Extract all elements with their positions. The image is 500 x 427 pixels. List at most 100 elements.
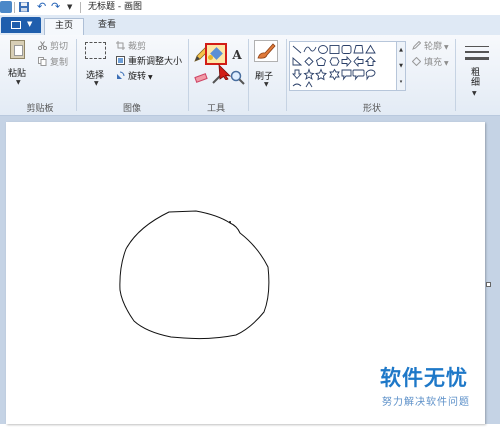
outline-pen-icon <box>412 40 422 50</box>
six-point-star-shape-icon <box>329 68 340 81</box>
crop-button[interactable]: 裁剪 <box>116 41 146 53</box>
rotate-button[interactable]: 旋转 ▼ <box>116 71 153 83</box>
redo-icon[interactable]: ↷ <box>51 1 63 13</box>
eraser-icon <box>194 73 208 83</box>
resize-icon <box>116 56 125 65</box>
chevron-down-icon: ▼ <box>444 44 449 51</box>
undo-icon[interactable]: ↶ <box>37 1 49 13</box>
selection-icon <box>85 42 106 59</box>
crop-label: 裁剪 <box>128 42 147 52</box>
rectangle-shape-icon <box>329 45 340 54</box>
divider <box>455 39 456 111</box>
brushes-button[interactable]: 刷子 ▼ <box>252 38 282 94</box>
canvas-resize-handle[interactable] <box>486 282 491 287</box>
file-menu-icon <box>11 21 21 29</box>
rounded-callout-shape-icon <box>352 69 365 81</box>
right-arrow-shape-icon <box>341 55 352 68</box>
chevron-down-icon: ▼ <box>148 74 153 81</box>
chevron-down-icon: ▼ <box>472 90 477 97</box>
fill-bucket-icon <box>411 56 422 67</box>
text-a-icon: A <box>232 48 242 62</box>
divider <box>80 2 81 13</box>
gallery-expand-icon[interactable]: ▾ <box>397 74 405 90</box>
crop-icon <box>116 41 125 50</box>
scroll-down-icon[interactable]: ▼ <box>397 58 405 74</box>
shapes-gallery[interactable] <box>289 41 397 91</box>
customize-quick-access-icon[interactable]: ▼ <box>67 1 79 13</box>
tools-group-label: 工具 <box>206 104 225 114</box>
divider <box>14 2 15 13</box>
ribbon: 粘贴 ▼ 剪切 复制 剪贴板 选择 ▼ 裁剪 重新调整大小 旋转 ▼ 图像 A … <box>0 35 500 116</box>
size-button[interactable]: 粗细 ▼ <box>460 38 494 100</box>
paint-drop-icon <box>208 55 213 60</box>
window-title: 无标题 - 画图 <box>88 2 142 12</box>
paste-button[interactable]: 粘贴 ▼ <box>4 38 32 90</box>
line-shape-icon <box>292 45 302 54</box>
diamond-shape-icon <box>304 56 314 67</box>
shapes-group-label: 形状 <box>362 104 381 114</box>
paint-app-icon[interactable] <box>0 1 12 13</box>
divider <box>248 39 249 111</box>
shapes-gallery-scrollbar[interactable]: ▲ ▼ ▾ <box>397 41 406 91</box>
paste-label: 粘贴 <box>8 69 27 79</box>
rounded-rectangle-shape-icon <box>341 45 352 54</box>
copy-label: 复制 <box>50 58 69 68</box>
fill-label: 填充 <box>424 58 443 68</box>
lightning-shape-icon <box>305 81 313 88</box>
up-arrow-shape-icon <box>364 56 377 66</box>
copy-icon <box>38 57 47 66</box>
divider <box>76 39 77 111</box>
title-bar: ↶ ↷ ▼ 无标题 - 画图 <box>0 0 500 15</box>
rotate-icon <box>116 71 125 80</box>
clipboard-group-label: 剪贴板 <box>26 104 54 114</box>
cut-button[interactable]: 剪切 <box>37 41 69 53</box>
shape-outline-button[interactable]: 轮廓 ▼ <box>412 40 449 53</box>
triangle-shape-icon <box>365 44 376 54</box>
outline-label: 轮廓 <box>424 42 443 52</box>
watermark-logo: 软件无忧 <box>380 366 468 390</box>
left-arrow-shape-icon <box>353 55 364 68</box>
tab-home[interactable]: 主页 <box>44 18 84 35</box>
brush-icon <box>254 40 278 62</box>
divider <box>286 39 287 111</box>
fill-with-color-tool[interactable] <box>205 43 227 65</box>
eraser-tool[interactable] <box>193 69 209 85</box>
thick-line-icon <box>465 57 489 60</box>
four-point-star-shape-icon <box>303 68 315 81</box>
resize-button[interactable]: 重新调整大小 <box>116 56 182 68</box>
right-triangle-shape-icon <box>292 57 303 66</box>
hexagon-shape-icon <box>329 57 340 66</box>
mouse-pointer-icon <box>218 64 232 80</box>
select-button[interactable]: 选择 ▼ <box>82 38 112 90</box>
image-group-label: 图像 <box>122 104 141 114</box>
file-menu-button[interactable]: ▼ <box>1 17 41 33</box>
five-point-star-shape-icon <box>315 68 327 81</box>
scissors-icon <box>37 41 48 51</box>
chevron-down-icon: ▼ <box>444 60 449 67</box>
down-arrow-shape-icon <box>291 69 303 80</box>
tab-view[interactable]: 查看 <box>88 18 126 35</box>
chevron-down-icon: ▼ <box>94 80 99 87</box>
chevron-down-icon: ▼ <box>27 20 33 28</box>
cloud-callout-shape-icon <box>365 69 376 81</box>
clipboard-icon <box>10 40 25 59</box>
scroll-up-icon[interactable]: ▲ <box>397 42 405 58</box>
pentagon-shape-icon <box>315 56 327 66</box>
heart-shape-icon <box>292 83 302 87</box>
curve-shape-icon <box>303 46 317 53</box>
resize-label: 重新调整大小 <box>128 57 183 67</box>
shape-fill-button[interactable]: 填充 ▼ <box>411 56 449 69</box>
polygon-shape-icon <box>353 45 364 54</box>
cut-label: 剪切 <box>50 42 69 52</box>
medium-line-icon <box>465 51 489 53</box>
oval-shape-icon <box>318 45 328 54</box>
rotate-label: 旋转 <box>128 72 147 82</box>
chevron-down-icon: ▼ <box>16 79 21 86</box>
shapes-palette <box>291 44 377 88</box>
watermark-subtitle: 努力解决软件问题 <box>382 397 470 408</box>
save-icon[interactable] <box>18 1 30 13</box>
rectangular-callout-shape-icon <box>341 69 352 81</box>
text-tool[interactable]: A <box>229 47 245 63</box>
divider <box>188 39 189 111</box>
copy-button[interactable]: 复制 <box>38 57 68 69</box>
